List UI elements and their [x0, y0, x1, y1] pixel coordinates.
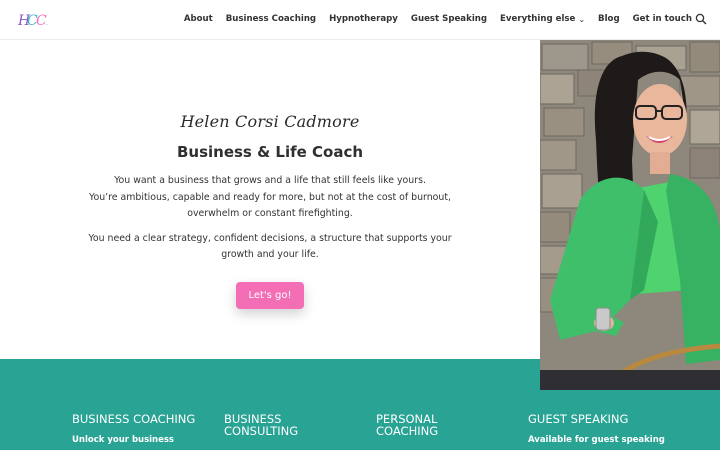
- chevron-down-icon: ⌄: [578, 14, 586, 24]
- nav-blog[interactable]: Blog: [598, 14, 620, 24]
- hero-need-paragraph: You need a clear strategy, confident dec…: [80, 231, 460, 264]
- site-header: H C C ~ About Business Coaching Hypnothe…: [0, 0, 720, 40]
- nav-about[interactable]: About: [184, 14, 213, 24]
- svg-text:~: ~: [45, 22, 48, 27]
- lets-go-button[interactable]: Let's go!: [236, 281, 304, 309]
- hero-text-block: Helen Corsi Cadmore Business & Life Coac…: [80, 112, 460, 309]
- hero-need-line: growth and your life.: [221, 249, 319, 260]
- service-title-line2: CONSULTING: [224, 424, 299, 438]
- nav-get-in-touch[interactable]: Get in touch: [633, 14, 692, 24]
- main-nav: About Business Coaching Hypnotherapy Gue…: [184, 14, 692, 24]
- hero-intro-line: You’re ambitious, capable and ready for …: [89, 191, 451, 203]
- service-subtitle: Unlock your business: [72, 435, 174, 445]
- portrait-photo: [540, 40, 720, 390]
- service-guest-speaking[interactable]: GUEST SPEAKING Available for guest speak…: [528, 413, 668, 445]
- nav-everything-else-label: Everything else: [500, 14, 576, 24]
- service-business-coaching[interactable]: BUSINESS COACHING Unlock your business: [72, 413, 212, 445]
- nav-hypnotherapy[interactable]: Hypnotherapy: [329, 14, 398, 24]
- portrait-illustration: [540, 40, 720, 390]
- service-title: GUEST SPEAKING: [528, 412, 629, 426]
- service-title: BUSINESS COACHING: [72, 412, 196, 426]
- hero-need-line: You need a clear strategy, confident dec…: [88, 232, 452, 244]
- signature-name: Helen Corsi Cadmore: [180, 112, 360, 131]
- service-title-line2: COACHING: [376, 424, 439, 438]
- hero-intro-line: You want a business that grows and a lif…: [114, 175, 426, 186]
- nav-business-coaching[interactable]: Business Coaching: [226, 14, 316, 24]
- service-business-consulting[interactable]: BUSINESS CONSULTING: [224, 413, 364, 437]
- hero-title: Business & Life Coach: [176, 143, 364, 161]
- service-subtitle: Available for guest speaking: [528, 435, 665, 445]
- nav-everything-else[interactable]: Everything else ⌄: [500, 14, 585, 24]
- service-personal-coaching[interactable]: PERSONAL COACHING: [376, 413, 516, 437]
- site-logo[interactable]: H C C ~: [18, 10, 52, 30]
- search-icon[interactable]: [695, 13, 707, 25]
- hero-intro-paragraph: You want a business that grows and a lif…: [80, 173, 460, 223]
- hero-intro-line: overwhelm or constant firefighting.: [187, 208, 353, 219]
- nav-guest-speaking[interactable]: Guest Speaking: [411, 14, 487, 24]
